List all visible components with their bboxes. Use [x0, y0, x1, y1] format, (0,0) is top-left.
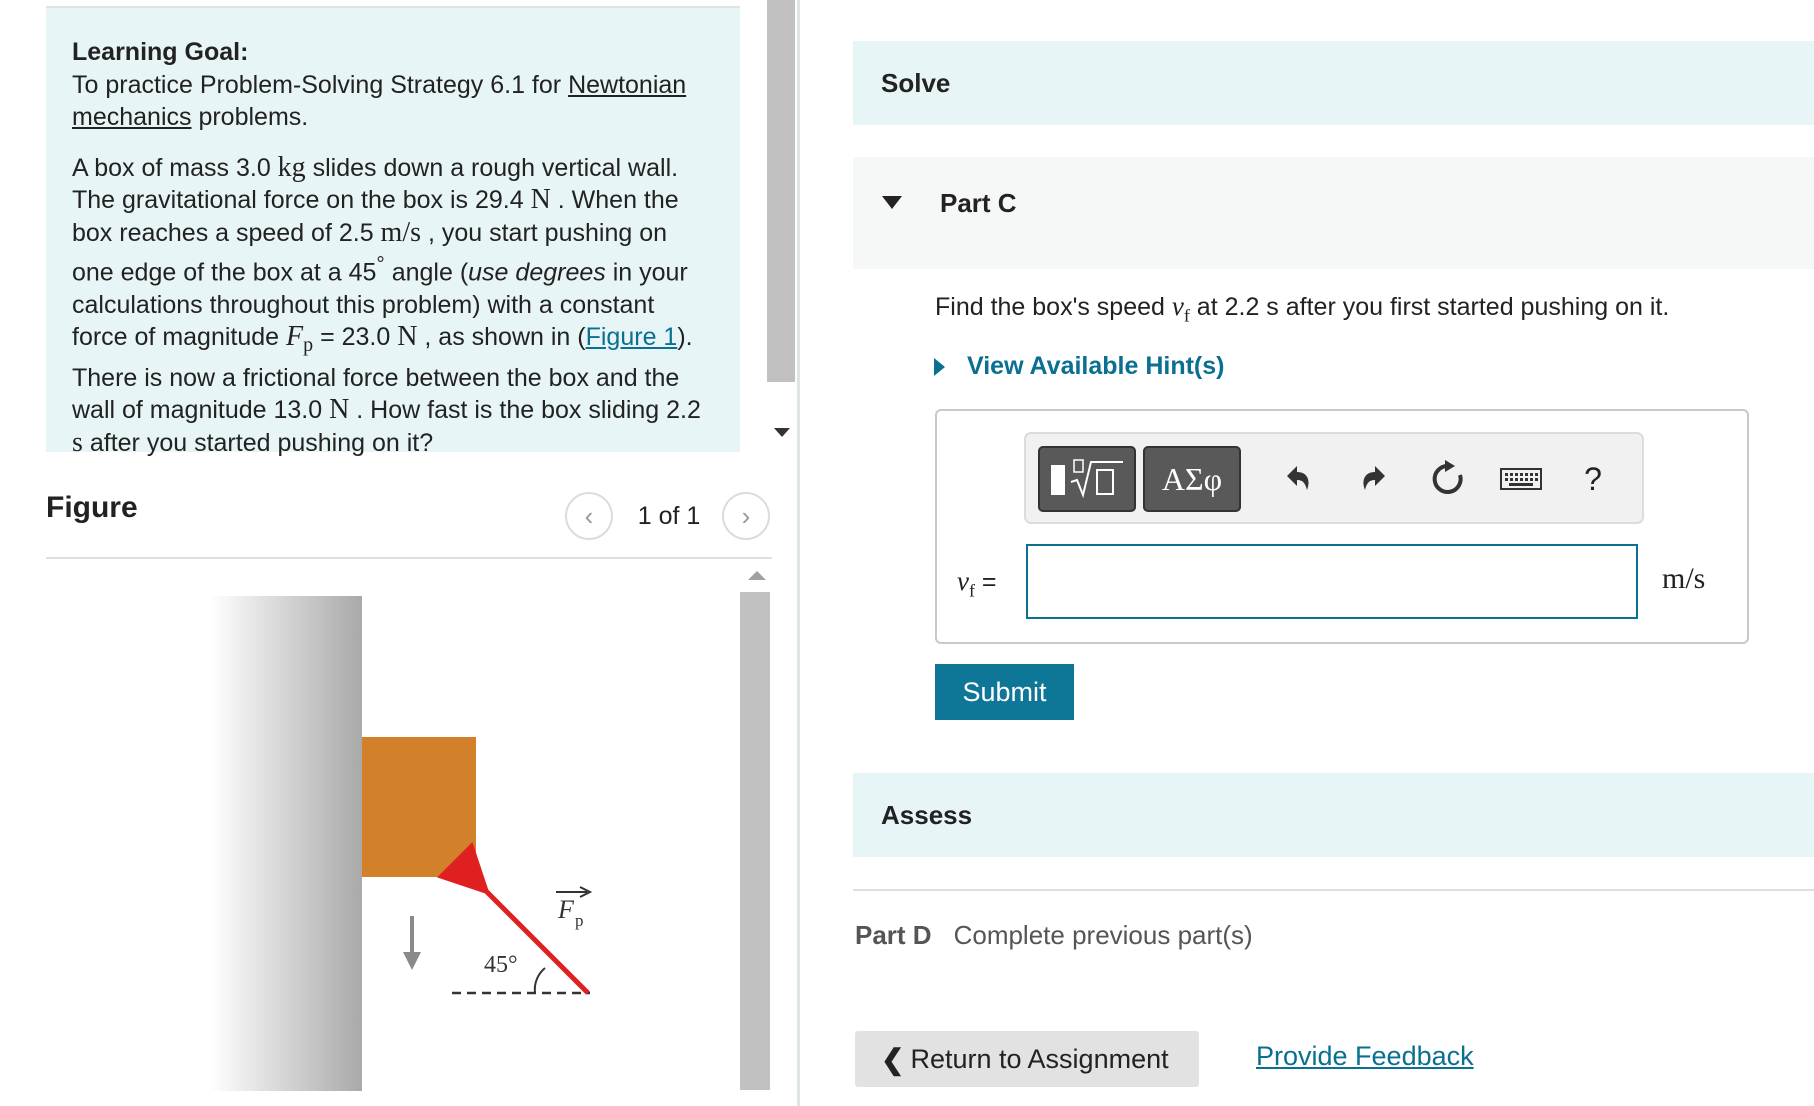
answer-variable-label: vf = [957, 566, 997, 601]
velocity-arrow-head [403, 952, 421, 970]
provide-feedback-link[interactable]: Provide Feedback [1256, 1041, 1474, 1072]
help-icon: ? [1584, 460, 1602, 497]
problem-text: = 23.0 [313, 323, 398, 352]
answer-input[interactable] [1026, 544, 1638, 619]
chevron-left-icon: ❮ [881, 1043, 905, 1075]
submit-button[interactable]: Submit [935, 664, 1074, 720]
undo-button[interactable] [1273, 454, 1323, 504]
force-subscript: p [303, 334, 314, 357]
figure-prev-button[interactable]: ‹ [565, 492, 613, 540]
part-d-status: Complete previous part(s) [953, 920, 1253, 950]
learning-goal-intro: To practice Problem-Solving Strategy 6.1… [72, 70, 569, 99]
solve-label: Solve [881, 67, 951, 98]
angle-arc [533, 967, 546, 994]
unit-ms: m/s [380, 216, 422, 248]
chevron-right-icon: › [741, 500, 751, 531]
figure-1-diagram: 45° F p [210, 596, 593, 1091]
solve-section-header: Solve [853, 41, 1814, 125]
problem-text: , as shown in ( [417, 323, 586, 352]
view-hints-label: View Available Hint(s) [967, 352, 1225, 380]
return-to-assignment-button[interactable]: ❮ Return to Assignment [855, 1031, 1199, 1087]
problem-text: after you started pushing on it? [82, 428, 434, 457]
unit-n: N [397, 321, 418, 353]
equals-sign: = [974, 568, 997, 596]
learning-goal-title: Learning Goal: [72, 38, 249, 66]
angle-label: 45° [484, 952, 518, 978]
keyboard-button[interactable] [1496, 454, 1546, 504]
return-to-assignment-label: Return to Assignment [910, 1043, 1169, 1074]
pane-divider[interactable] [797, 0, 800, 1106]
keyboard-icon [1500, 468, 1542, 490]
redo-button[interactable] [1349, 454, 1399, 504]
learning-goal-text: To practice Problem-Solving Strategy 6.1… [72, 69, 714, 134]
force-label: F [557, 895, 575, 924]
figure-title: Figure [46, 491, 138, 524]
answer-unit-label: m/s [1662, 562, 1706, 595]
question-variable: vf [1171, 291, 1190, 325]
problem-emphasis: use degrees [468, 258, 606, 287]
problem-text: angle ( [384, 258, 469, 287]
templates-button[interactable] [1038, 446, 1136, 512]
answer-variable: vf [957, 566, 975, 600]
part-c-title: Part C [940, 188, 1017, 218]
learning-goal-outro: problems. [191, 103, 309, 131]
redo-icon [1363, 466, 1385, 490]
wall [210, 596, 362, 1091]
problem-scrollbar-thumb[interactable] [767, 0, 795, 382]
help-button[interactable]: ? [1568, 454, 1618, 504]
figure-divider [46, 557, 772, 559]
caret-down-icon[interactable] [882, 196, 902, 209]
unit-n: N [329, 394, 350, 426]
question-text: at 2.2 s after you first started pushing… [1189, 293, 1670, 321]
box [362, 737, 476, 877]
assess-label: Assess [881, 799, 973, 830]
unit-kg: kg [277, 151, 306, 183]
question-text: Find the box's speed [935, 293, 1172, 321]
learning-goal-panel: Learning Goal: To practice Problem-Solvi… [46, 6, 740, 458]
chevron-left-icon: ‹ [584, 500, 594, 531]
degree-symbol: ° [376, 253, 385, 276]
force-symbol: F [286, 321, 304, 353]
unit-s: s [72, 426, 83, 458]
figure-next-button[interactable]: › [722, 492, 770, 540]
undo-icon [1287, 466, 1309, 490]
variable-symbol: v [957, 566, 969, 596]
math-toolbar: ΑΣφ ? [1024, 432, 1644, 524]
caret-right-icon [934, 357, 945, 376]
variable-symbol: v [1171, 291, 1184, 321]
greek-symbols-button[interactable]: ΑΣφ [1143, 446, 1241, 512]
assess-section-header: Assess [853, 773, 1814, 857]
scroll-down-arrow-icon[interactable] [774, 428, 790, 437]
reset-icon [1432, 460, 1463, 494]
problem-text: . How fast is the box sliding 2.2 [349, 396, 701, 425]
part-c-question: Find the box's speed vf at 2.2 s after y… [935, 291, 1669, 326]
figure-scroll-up-icon[interactable] [748, 571, 766, 580]
problem-text: A box of mass 3.0 [72, 153, 278, 182]
part-d-row: Part D Complete previous part(s) [855, 920, 1253, 951]
figure-1-link[interactable]: Figure 1 [586, 323, 678, 351]
force-label-subscript: p [575, 911, 584, 930]
figure-scrollbar-thumb[interactable] [740, 592, 770, 1090]
figure-pager-label: 1 of 1 [637, 502, 701, 530]
unit-n: N [530, 184, 551, 215]
view-hints-link[interactable]: View Available Hint(s) [934, 352, 1224, 381]
part-d-title: Part D [855, 920, 932, 950]
reset-button[interactable] [1423, 454, 1473, 504]
templates-icon [1051, 459, 1123, 499]
problem-statement: A box of mass 3.0 kg slides down a rough… [72, 152, 714, 460]
part-d-divider [853, 889, 1814, 891]
